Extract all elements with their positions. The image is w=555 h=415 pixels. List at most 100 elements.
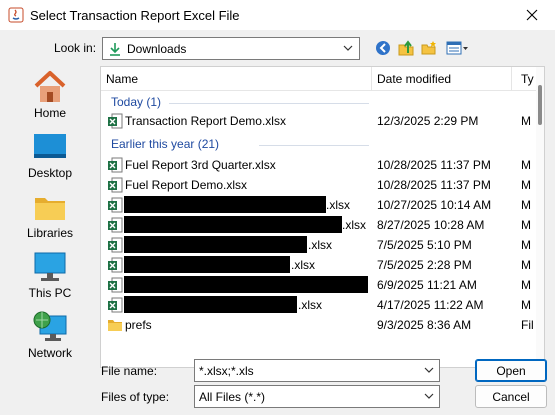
lookin-value: Downloads [127, 42, 187, 56]
file-row[interactable]: .xlsx 8/27/2025 10:28 AM M [101, 215, 531, 235]
file-row[interactable]: .xlsx 10/27/2025 10:14 AM M [101, 195, 531, 215]
back-arrow-icon [376, 41, 390, 55]
file-type: M [521, 178, 531, 192]
file-date: 10/28/2025 11:37 PM [377, 158, 491, 172]
excel-file-icon [108, 257, 123, 273]
excel-file-icon [108, 297, 123, 313]
network-icon [33, 311, 67, 341]
close-icon [526, 9, 538, 21]
file-row[interactable]: .xlsx 7/5/2025 2:28 PM M [101, 255, 531, 275]
group-header-earlier[interactable]: Earlier this year (21) [111, 137, 219, 151]
file-row[interactable]: Fuel Report 3rd Quarter.xlsx 10/28/2025 … [101, 155, 531, 175]
file-row[interactable]: .xlsx 4/17/2025 11:22 AM M [101, 295, 531, 315]
file-type: M [521, 298, 531, 312]
group-divider [259, 145, 369, 146]
folder-row[interactable]: prefs 9/3/2025 8:36 AM Fil [101, 315, 534, 335]
file-date: 10/28/2025 11:37 PM [377, 178, 491, 192]
filetype-label: Files of type: [101, 390, 170, 404]
back-button[interactable] [373, 38, 393, 58]
new-folder-icon [421, 41, 436, 55]
file-date: 12/3/2025 2:29 PM [377, 114, 479, 128]
place-home[interactable]: Home [6, 70, 94, 128]
redacted-filename [124, 216, 342, 233]
chevron-down-icon [424, 393, 434, 399]
file-type: M [521, 278, 531, 292]
file-name: .xlsx [308, 238, 332, 252]
excel-file-icon [108, 157, 123, 173]
lookin-combo[interactable]: Downloads [102, 37, 360, 60]
column-type[interactable]: Ty [521, 72, 534, 86]
java-app-icon [8, 7, 24, 23]
filename-combo[interactable]: *.xlsx;*.xls [194, 359, 440, 382]
file-date: 7/5/2025 2:28 PM [377, 258, 472, 272]
places-bar: Home Desktop Libraries This PC Network [6, 66, 94, 366]
file-date: 4/17/2025 11:22 AM [377, 298, 484, 312]
filetype-combo[interactable]: All Files (*.*) [194, 385, 440, 408]
up-folder-button[interactable] [396, 38, 416, 58]
chevron-down-icon [343, 45, 353, 51]
excel-file-icon [108, 237, 123, 253]
place-label: Home [33, 106, 66, 120]
place-network[interactable]: Network [6, 310, 94, 368]
filename-label: File name: [101, 364, 158, 378]
group-header-today[interactable]: Today (1) [111, 95, 161, 109]
file-type: M [521, 114, 531, 128]
redacted-filename [124, 196, 326, 213]
desktop-icon [34, 134, 66, 158]
libraries-icon [35, 198, 65, 220]
place-label: Libraries [26, 226, 74, 240]
redacted-filename [124, 236, 307, 253]
excel-file-icon [108, 197, 123, 213]
this-pc-icon [34, 252, 66, 281]
file-name: .xlsx [326, 198, 350, 212]
file-date: 7/5/2025 5:10 PM [377, 238, 472, 252]
file-row[interactable]: .xlsx 7/5/2025 5:10 PM M [101, 235, 531, 255]
file-type: M [521, 238, 531, 252]
place-this-pc[interactable]: This PC [6, 250, 94, 308]
view-list-icon [446, 41, 468, 55]
file-row[interactable]: Fuel Report Demo.xlsx 10/28/2025 11:37 P… [101, 175, 531, 195]
excel-file-icon [108, 277, 123, 293]
window-title: Select Transaction Report Excel File [30, 8, 240, 23]
column-divider [371, 67, 372, 91]
group-divider [169, 103, 369, 104]
cancel-button[interactable]: Cancel [475, 385, 547, 408]
file-date: 6/9/2025 11:21 AM [377, 278, 477, 292]
file-type: M [521, 198, 531, 212]
file-name: .xlsx [298, 298, 322, 312]
vertical-scrollbar[interactable] [536, 67, 544, 367]
redacted-filename [124, 276, 368, 293]
column-date[interactable]: Date modified [377, 72, 451, 86]
file-list[interactable]: Name Date modified Ty Today (1) Transact… [100, 66, 545, 368]
filename-value: *.xlsx;*.xls [199, 364, 254, 378]
file-row[interactable]: Transaction Report Demo.xlsx 12/3/2025 2… [101, 111, 531, 131]
place-desktop[interactable]: Desktop [6, 130, 94, 188]
file-date: 9/3/2025 8:36 AM [377, 318, 472, 332]
place-libraries[interactable]: Libraries [6, 190, 94, 248]
folder-icon [108, 320, 122, 331]
file-date: 10/27/2025 10:14 AM [377, 198, 492, 212]
open-button[interactable]: Open [475, 359, 547, 382]
filetype-value: All Files (*.*) [199, 390, 266, 404]
new-folder-button[interactable] [419, 38, 439, 58]
place-label: This PC [28, 286, 72, 300]
title-bar: Select Transaction Report Excel File [0, 0, 555, 30]
file-name: .xlsx [291, 258, 315, 272]
excel-file-icon [108, 217, 123, 233]
scrollbar-thumb[interactable] [538, 85, 542, 125]
file-type: M [521, 218, 531, 232]
redacted-filename [124, 296, 297, 313]
excel-file-icon [108, 113, 123, 129]
view-menu-button[interactable] [445, 38, 471, 58]
file-type: M [521, 258, 531, 272]
column-name[interactable]: Name [106, 72, 138, 86]
excel-file-icon [108, 177, 123, 193]
file-row[interactable]: 6/9/2025 11:21 AM M [101, 275, 531, 295]
file-name: Fuel Report 3rd Quarter.xlsx [125, 158, 276, 172]
home-icon [34, 71, 66, 102]
chevron-down-icon [424, 367, 434, 373]
column-header: Name Date modified Ty [101, 67, 544, 91]
file-name: .xlsx [342, 218, 366, 232]
lookin-label: Look in: [54, 41, 97, 55]
close-button[interactable] [509, 0, 555, 30]
